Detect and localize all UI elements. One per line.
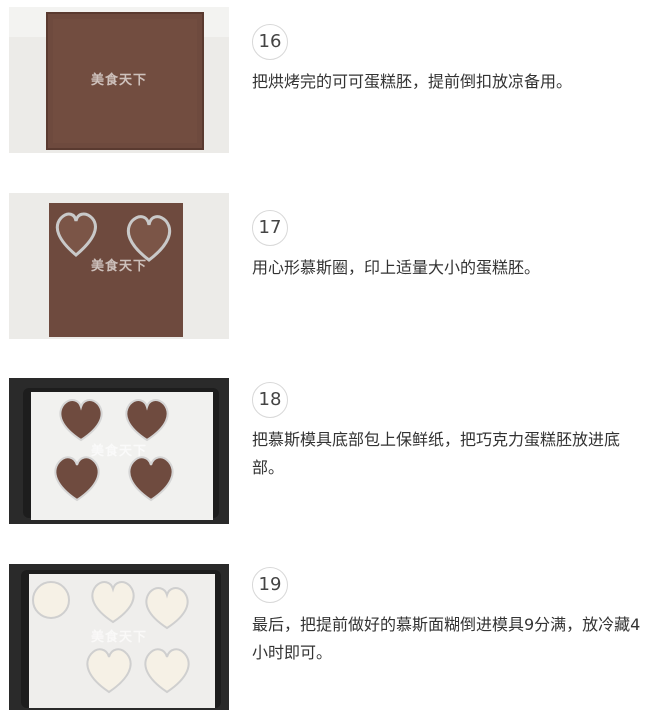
step-photo: 美食天下 [9, 7, 229, 153]
step-number: 18 [252, 382, 288, 418]
step-text: 用心形慕斯圈，印上适量大小的蛋糕胚。 [252, 258, 541, 277]
step-text: 最后，把提前做好的慕斯面糊倒进模具9分满，放冷藏4小时即可。 [252, 615, 641, 662]
step-photo: 美食天下 [9, 564, 229, 710]
step-text: 把慕斯模具底部包上保鲜纸，把巧克力蛋糕胚放进底部。 [252, 430, 621, 477]
step-text: 把烘烤完的可可蛋糕胚，提前倒扣放凉备用。 [252, 72, 573, 91]
mousse-molds-tray-illustration [9, 378, 229, 524]
step-number: 17 [252, 210, 288, 246]
step-number: 16 [252, 24, 288, 60]
heart-cutters-illustration [9, 193, 229, 339]
step-photo: 美食天下 [9, 193, 229, 339]
filled-mousse-tray-illustration [9, 564, 229, 710]
step-photo: 美食天下 [9, 378, 229, 524]
step-number: 19 [252, 567, 288, 603]
cake-sheet-illustration [9, 7, 229, 153]
